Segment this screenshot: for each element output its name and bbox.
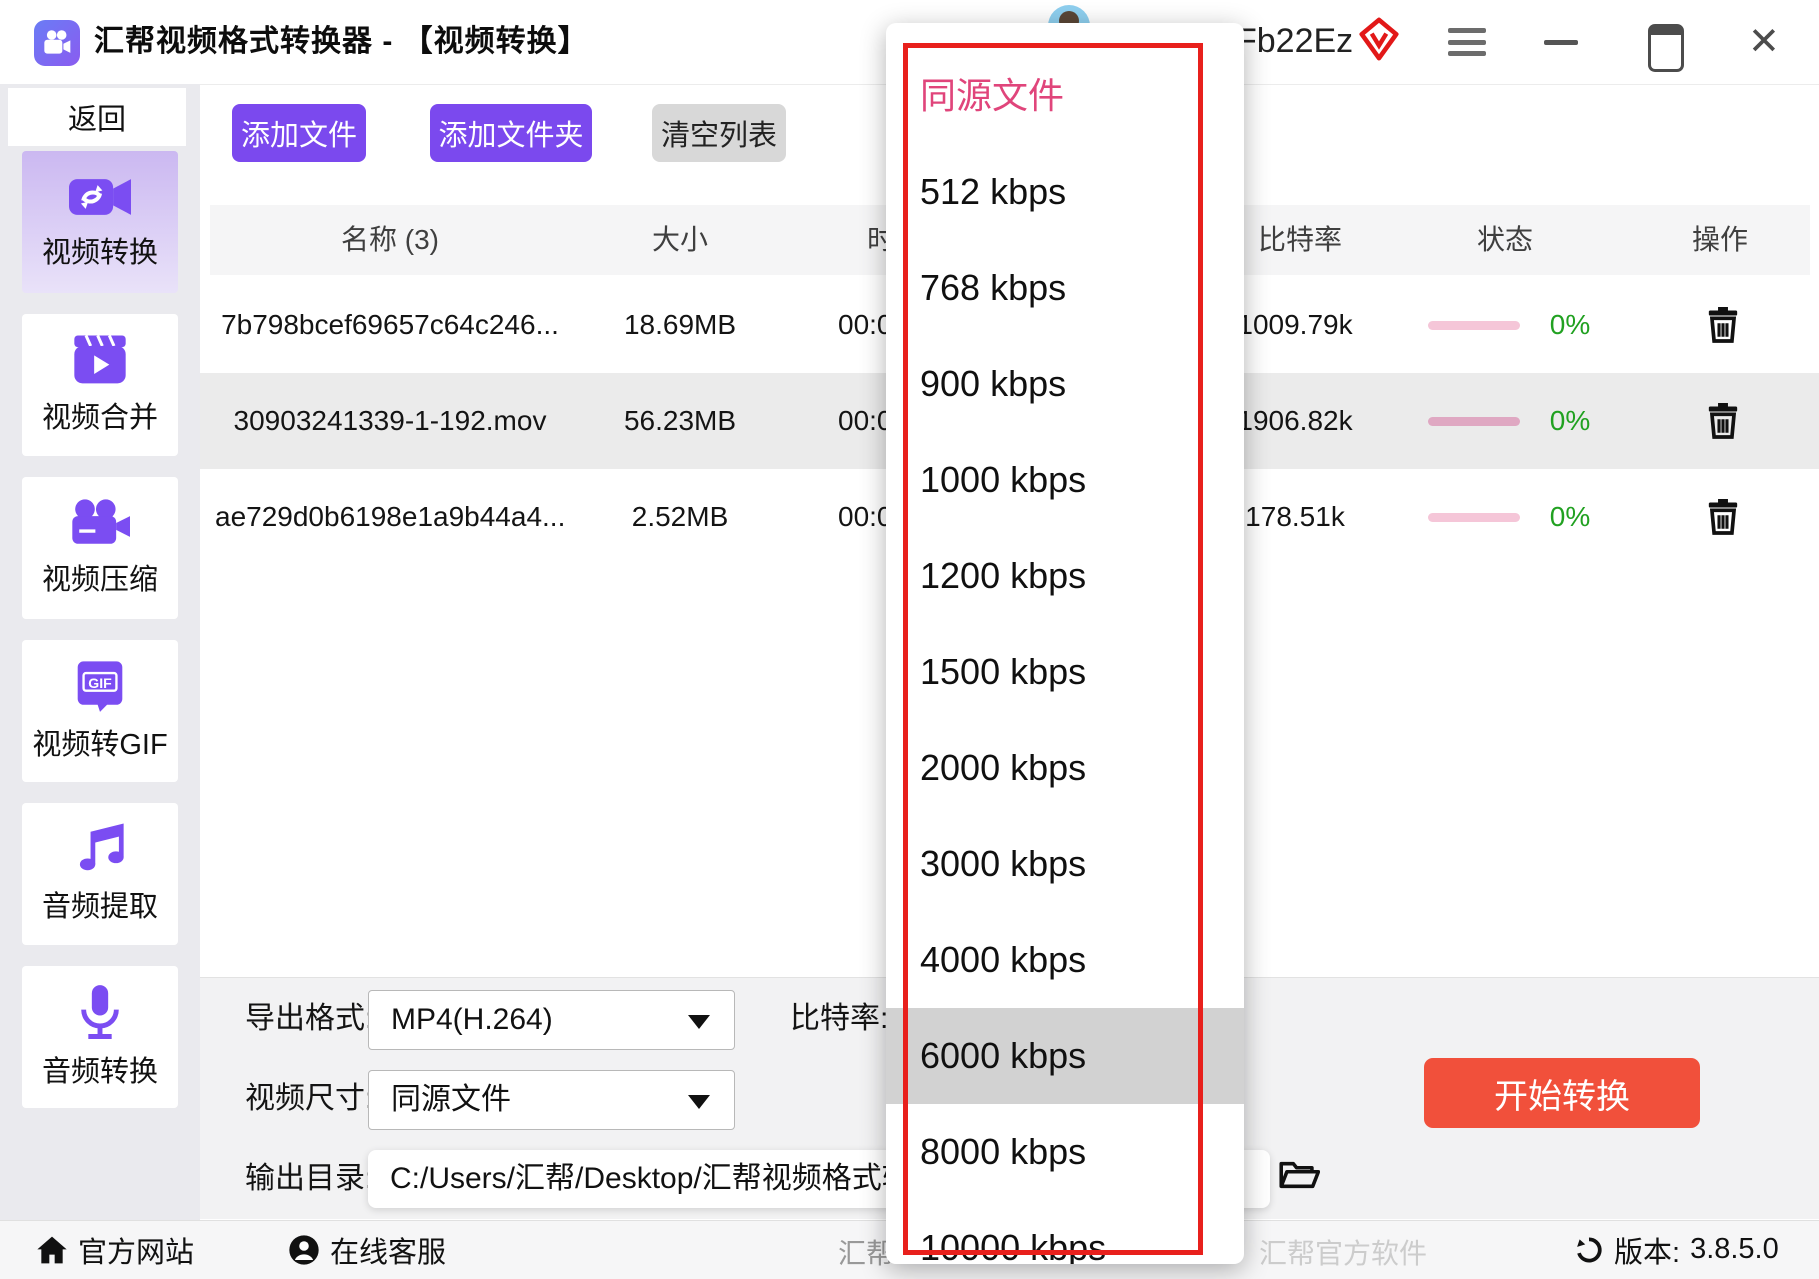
dropdown-option[interactable]: 4000 kbps (886, 912, 1244, 1008)
app-window: 汇帮视频格式转换器 - 【视频转换】 Fb22Ez ✕ 返回 视频转换 视频合并… (0, 0, 1819, 1279)
clear-list-button[interactable]: 清空列表 (652, 104, 786, 162)
vip-gem-icon[interactable] (1356, 16, 1402, 62)
official-site-link[interactable]: 官方网站 (36, 1220, 194, 1279)
delete-icon[interactable] (1706, 401, 1740, 444)
official-site-label: 官方网站 (78, 1236, 195, 1269)
bitrate-dropdown: 同源文件 512 kbps 768 kbps 900 kbps 1000 kbp… (886, 23, 1244, 1264)
bitrate-label: 比特率: (790, 1002, 889, 1035)
file-name: ae729d0b6198e1a9b44a4... (215, 501, 566, 532)
progress-bar (1428, 513, 1520, 522)
column-header-name[interactable]: 名称 (3) (290, 205, 490, 275)
version-info[interactable]: 版本: 3.8.5.0 (1574, 1220, 1779, 1279)
add-file-button[interactable]: 添加文件 (232, 104, 366, 162)
file-bitrate: 178.51k (1245, 501, 1345, 532)
sidebar-item-video-to-gif[interactable]: GIF 视频转GIF (22, 640, 178, 782)
maximize-button[interactable] (1648, 24, 1684, 72)
user-id[interactable]: Fb22Ez (1236, 22, 1353, 61)
version-value: 3.8.5.0 (1690, 1233, 1779, 1265)
sidebar-item-audio-convert[interactable]: 音频转换 (22, 966, 178, 1108)
gif-icon-text: GIF (88, 675, 112, 691)
delete-icon[interactable] (1706, 305, 1740, 348)
online-support-link[interactable]: 在线客服 (288, 1220, 446, 1279)
window-title: 汇帮视频格式转换器 - 【视频转换】 (94, 25, 589, 58)
footer-center-text-fragment: 汇帮官方软件 (1259, 1238, 1428, 1269)
column-header-action[interactable]: 操作 (1650, 205, 1790, 275)
progress-bar (1428, 321, 1520, 330)
sidebar-item-label: 视频转GIF (32, 729, 168, 761)
chevron-down-icon (688, 1095, 710, 1109)
dropdown-option[interactable]: 1500 kbps (886, 624, 1244, 720)
video-size-value: 同源文件 (391, 1083, 511, 1116)
app-logo-icon (34, 20, 80, 66)
gif-icon: GIF (77, 661, 123, 712)
online-support-label: 在线客服 (330, 1236, 447, 1269)
file-size: 2.52MB (631, 501, 729, 532)
dropdown-option[interactable]: 10000 kbps (886, 1200, 1244, 1264)
chevron-down-icon (688, 1015, 710, 1029)
file-name: 30903241339-1-192.mov (233, 405, 547, 436)
dropdown-option-highlighted[interactable]: 6000 kbps (886, 1008, 1244, 1104)
dropdown-option[interactable]: 3000 kbps (886, 816, 1244, 912)
dropdown-option[interactable]: 900 kbps (886, 336, 1244, 432)
sidebar-item-video-compress[interactable]: 视频压缩 (22, 477, 178, 619)
music-note-icon (79, 823, 124, 871)
progress-percent: 0% (1549, 405, 1591, 436)
dropdown-option[interactable]: 1200 kbps (886, 528, 1244, 624)
sidebar-item-label: 视频压缩 (41, 564, 158, 596)
add-folder-button[interactable]: 添加文件夹 (430, 104, 592, 162)
output-dir-value: C:/Users/汇帮/Desktop/汇帮视频格式转 (390, 1162, 912, 1195)
column-header-bitrate[interactable]: 比特率 (1230, 205, 1370, 275)
video-merge-icon (74, 334, 126, 384)
folder-icon[interactable] (1278, 1158, 1321, 1197)
dropdown-option[interactable]: 512 kbps (886, 144, 1244, 240)
file-bitrate: 1906.82k (1237, 405, 1353, 436)
sidebar-item-label: 音频提取 (41, 891, 158, 923)
video-convert-icon (69, 179, 131, 215)
output-dir-label: 输出目录: (245, 1162, 374, 1195)
minimize-button[interactable] (1544, 40, 1578, 45)
dropdown-option[interactable]: 同源文件 (886, 48, 1244, 144)
file-size: 56.23MB (623, 405, 737, 436)
camera-icon (44, 30, 71, 54)
close-button[interactable]: ✕ (1748, 18, 1780, 66)
column-header-size[interactable]: 大小 (610, 205, 750, 275)
progress-percent: 0% (1549, 501, 1591, 532)
file-name: 7b798bcef69657c64c246... (221, 309, 559, 340)
sidebar-item-label: 视频合并 (41, 402, 158, 434)
video-compress-icon (72, 499, 130, 544)
video-size-label: 视频尺寸: (245, 1082, 374, 1115)
progress-percent: 0% (1549, 309, 1591, 340)
refresh-icon (1577, 1236, 1602, 1262)
sidebar-item-video-convert[interactable]: 视频转换 (22, 151, 178, 293)
export-format-label: 导出格式: (245, 1002, 374, 1035)
dropdown-option[interactable]: 1000 kbps (886, 432, 1244, 528)
home-icon (37, 1236, 67, 1263)
column-header-status[interactable]: 状态 (1435, 205, 1575, 275)
file-size: 18.69MB (623, 309, 737, 340)
menu-icon[interactable] (1448, 28, 1486, 56)
start-convert-button[interactable]: 开始转换 (1424, 1058, 1700, 1128)
delete-icon[interactable] (1706, 497, 1740, 540)
sidebar-item-label: 音频转换 (41, 1056, 158, 1088)
person-icon (289, 1234, 319, 1265)
microphone-icon (81, 985, 119, 1039)
progress-bar (1428, 417, 1520, 426)
dropdown-option[interactable]: 768 kbps (886, 240, 1244, 336)
sidebar-item-label: 视频转换 (41, 237, 158, 269)
export-format-select[interactable]: MP4(H.264) (368, 990, 735, 1050)
sidebar-item-audio-extract[interactable]: 音频提取 (22, 803, 178, 945)
version-label: 版本: (1614, 1236, 1681, 1269)
back-button[interactable]: 返回 (8, 88, 186, 146)
sidebar-item-video-merge[interactable]: 视频合并 (22, 314, 178, 456)
export-format-value: MP4(H.264) (391, 1003, 553, 1036)
dropdown-option[interactable]: 2000 kbps (886, 720, 1244, 816)
video-size-select[interactable]: 同源文件 (368, 1070, 735, 1130)
dropdown-option[interactable]: 8000 kbps (886, 1104, 1244, 1200)
file-bitrate: 1009.79k (1237, 309, 1353, 340)
